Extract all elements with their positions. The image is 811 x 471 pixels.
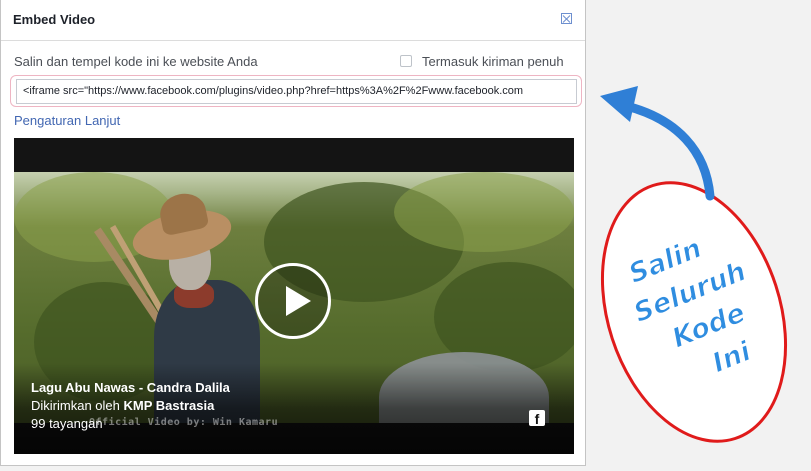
callout-graphic: Salin Seluruh Kode Ini xyxy=(600,86,788,443)
arrow-head xyxy=(600,86,638,122)
close-icon[interactable] xyxy=(561,13,572,24)
callout-circle xyxy=(600,181,788,443)
include-full-post-label[interactable]: Termasuk kiriman penuh xyxy=(422,54,564,69)
video-watermark: Official Video by: Win Kamaru xyxy=(89,417,279,428)
video-title[interactable]: Lagu Abu Nawas - Candra Dalila xyxy=(31,380,230,395)
facebook-icon[interactable]: f xyxy=(529,410,545,426)
embed-instruction: Salin dan tempel kode ini ke website And… xyxy=(14,54,258,69)
video-letterbox-top xyxy=(14,138,574,172)
foliage xyxy=(394,172,574,252)
play-icon xyxy=(286,286,311,316)
embed-video-dialog: Embed Video Salin dan tempel kode ini ke… xyxy=(0,0,586,466)
advanced-settings-link[interactable]: Pengaturan Lanjut xyxy=(14,113,120,128)
dialog-header: Embed Video xyxy=(1,0,585,41)
video-posted-by: Dikirimkan oleh KMP Bastrasia xyxy=(31,398,214,413)
include-full-post-checkbox[interactable] xyxy=(400,55,412,67)
embed-code-field[interactable]: <iframe src="https://www.facebook.com/pl… xyxy=(16,79,577,104)
video-preview[interactable]: Official Video by: Win Kamaru Lagu Abu N… xyxy=(14,138,574,454)
posted-prefix: Dikirimkan oleh xyxy=(31,398,120,413)
callout-annotation: Salin Seluruh Kode Ini xyxy=(586,0,811,466)
dialog-title: Embed Video xyxy=(13,12,96,27)
video-views: 99 tayangan xyxy=(31,416,103,431)
posted-by-page[interactable]: KMP Bastrasia xyxy=(124,398,215,413)
play-button[interactable] xyxy=(255,263,331,339)
